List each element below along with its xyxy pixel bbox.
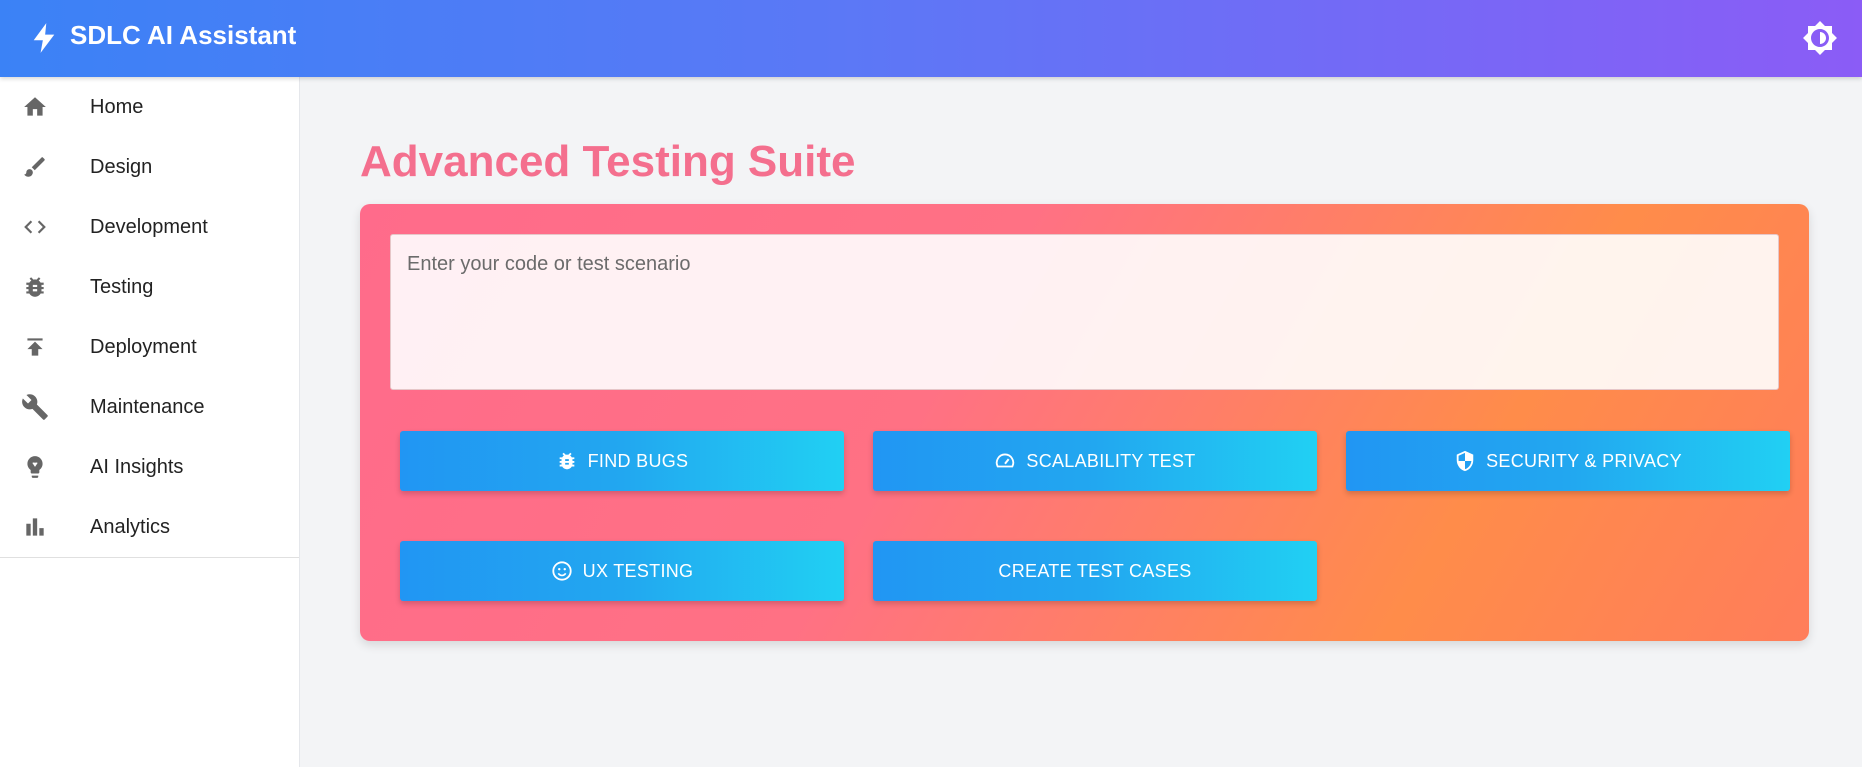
bug-icon: [18, 270, 52, 304]
find-bugs-button[interactable]: FIND BUGS: [400, 431, 844, 491]
sidebar-item-label: AI Insights: [90, 455, 184, 478]
shield-icon: [1454, 450, 1476, 472]
app-title: SDLC AI Assistant: [70, 20, 297, 50]
lightbulb-icon: [18, 450, 52, 484]
security-privacy-button[interactable]: SECURITY & PRIVACY: [1346, 431, 1790, 491]
sidebar-item-label: Maintenance: [90, 395, 205, 418]
sidebar-item-analytics[interactable]: Analytics: [0, 497, 299, 557]
page-title: Advanced Testing Suite: [360, 137, 856, 186]
brightness-icon[interactable]: [1802, 20, 1838, 56]
bug-icon: [556, 450, 578, 472]
sidebar-item-label: Home: [90, 95, 144, 118]
code-input[interactable]: [390, 234, 1779, 390]
bar-chart-icon: [18, 510, 52, 544]
create-test-cases-button[interactable]: CREATE TEST CASES: [873, 541, 1317, 601]
bolt-icon: [33, 23, 55, 53]
sidebar-item-design[interactable]: Design: [0, 137, 299, 197]
scalability-test-button[interactable]: SCALABILITY TEST: [873, 431, 1317, 491]
sidebar-item-home[interactable]: Home: [0, 77, 299, 137]
speed-icon: [994, 450, 1016, 472]
home-icon: [18, 90, 52, 124]
button-label: UX TESTING: [582, 560, 694, 581]
sidebar-item-testing[interactable]: Testing: [0, 257, 299, 317]
button-label: CREATE TEST CASES: [998, 560, 1192, 581]
code-icon: [18, 210, 52, 244]
button-label: SCALABILITY TEST: [1026, 450, 1196, 471]
sidebar-item-development[interactable]: Development: [0, 197, 299, 257]
sidebar-item-label: Testing: [90, 275, 154, 298]
sidebar-item-ai-insights[interactable]: AI Insights: [0, 437, 299, 497]
sidebar-item-deployment[interactable]: Deployment: [0, 317, 299, 377]
sidebar-item-label: Design: [90, 155, 153, 178]
brush-icon: [18, 150, 52, 184]
testing-card: FIND BUGS SCALABILITY TEST SECURITY & PR…: [360, 204, 1809, 641]
sidebar-item-label: Analytics: [90, 515, 171, 538]
sidebar-item-label: Development: [90, 215, 208, 238]
sidebar-item-label: Deployment: [90, 335, 197, 358]
button-label: SECURITY & PRIVACY: [1486, 450, 1682, 471]
sidebar: Home Design Development Testing Deployme…: [0, 77, 300, 767]
ux-testing-button[interactable]: UX TESTING: [400, 541, 844, 601]
app-bar: SDLC AI Assistant: [0, 0, 1862, 77]
button-label: FIND BUGS: [587, 450, 689, 471]
smiley-icon: [551, 560, 573, 582]
publish-icon: [18, 330, 52, 364]
main-content: Advanced Testing Suite FIND BUGS SCALABI…: [300, 77, 1862, 767]
sidebar-nav: Home Design Development Testing Deployme…: [0, 77, 299, 558]
sidebar-item-maintenance[interactable]: Maintenance: [0, 377, 299, 437]
wrench-icon: [18, 390, 52, 424]
